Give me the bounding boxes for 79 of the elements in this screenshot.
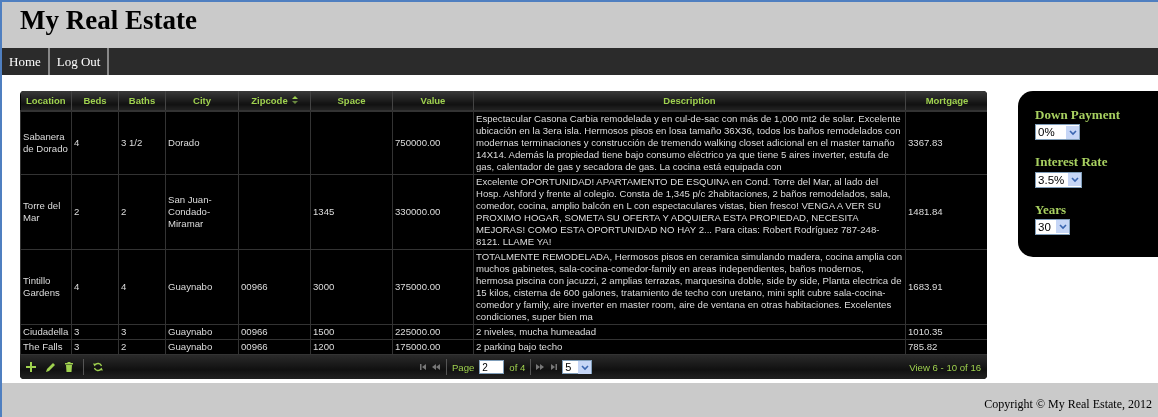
table-cell: 1683.91 bbox=[908, 281, 943, 292]
sort-icon bbox=[291, 96, 298, 104]
page-count: of 4 bbox=[509, 361, 526, 373]
table-cell: 1010.35 bbox=[908, 326, 943, 337]
chevron-icon bbox=[1057, 222, 1068, 232]
column-header[interactable]: Space bbox=[310, 91, 393, 111]
table-cell: Guaynabo bbox=[168, 326, 213, 337]
table-cell: 225000.00 bbox=[395, 326, 441, 337]
table-cell: 4 bbox=[74, 137, 80, 148]
edit-icon[interactable] bbox=[45, 362, 55, 372]
table-cell: 2 bbox=[121, 341, 127, 352]
table-cell: Tintillo Gardens bbox=[23, 275, 60, 298]
page-label: Page bbox=[451, 361, 475, 373]
table-cell: 3 bbox=[74, 341, 80, 352]
table-cell: Torre del Mar bbox=[23, 200, 61, 223]
table-cell: 3 bbox=[121, 326, 127, 337]
first-page-icon[interactable] bbox=[419, 363, 427, 371]
next-page-icon[interactable] bbox=[536, 363, 546, 371]
table-cell: 3 1/2 bbox=[121, 137, 143, 148]
table-cell: 3367.83 bbox=[908, 137, 943, 148]
table-cell: 00966 bbox=[241, 281, 268, 292]
refresh-icon[interactable] bbox=[93, 362, 103, 372]
table-cell: 00966 bbox=[241, 341, 268, 352]
site-title: My Real Estate bbox=[19, 4, 198, 36]
table-cell: 4 bbox=[74, 281, 80, 292]
table-cell: 4 bbox=[121, 281, 127, 292]
table-cell: Guaynabo bbox=[168, 281, 213, 292]
nav-link[interactable]: Home bbox=[2, 48, 50, 75]
chevron-icon bbox=[1067, 127, 1078, 137]
table-cell: 785.82 bbox=[908, 341, 938, 352]
column-header[interactable]: Zipcode bbox=[238, 91, 311, 111]
table-cell: Dorado bbox=[168, 137, 200, 148]
table-cell: 2 parking bajo techo bbox=[476, 341, 563, 352]
record-count: View 6 - 10 of 16 bbox=[909, 361, 982, 373]
table-cell: 2 bbox=[121, 206, 127, 217]
table-cell: Excelente OPORTUNIDAD! APARTAMENTO DE ESQUINA en Cond. Torre del Mar, al lado del Hosp. Ashford y frente al colegio. Consta de 1,345 p/c 2habitaciones, 2 baños remodelados, sala, comedor, cocina, amplio balcón en L con espectaculares vistas, bien fresco! VENGA A VER SU PROXIMO HOGAR, SOMETA SU OFERTA Y ADQUIERA ESTA PROPIEDAD, NECESITA MEJORAS! COMO ESTA OPORTUNIDAD NO HAY 2... Para citas: Robert Rodríguez 787-248-8121. LLAME YA! bbox=[476, 176, 891, 247]
table-cell: 375000.00 bbox=[395, 281, 441, 292]
table-cell: The Falls bbox=[23, 341, 63, 352]
field-label: Down Payment bbox=[1035, 107, 1121, 122]
trash-icon[interactable] bbox=[64, 362, 74, 372]
table-cell: TOTALMENTE REMODELADA, Hermosos pisos en ceramica simulando madera, cocina amplia con muchos gabinetes, sala-cocina-comedor-family en areas independientes, baños modernos, hermosa piscina con jacuzzi, 2 amplias terrazas, marquesina doble, side by side, Planta electrica de 15 kilos, cisterna de 600 galones, tratamiento de techo con uretano, mini split cubre sala-cocina-comedor y family, aire inverter en master room, aire de ventana en otras habitaciones. Excelentes condiciones, super bien ma bbox=[476, 251, 903, 322]
table-cell: 2 niveles, mucha humeadad bbox=[476, 326, 596, 337]
dropdown-select[interactable]: 3.5% bbox=[1035, 171, 1083, 188]
chevron-icon bbox=[579, 362, 590, 372]
column-header[interactable]: Mortgage bbox=[905, 91, 988, 111]
table-cell: 1500 bbox=[313, 326, 335, 337]
copyright-text: Copyright © My Real Estate, 2012 bbox=[984, 397, 1152, 412]
table-cell: 1345 bbox=[313, 206, 335, 217]
column-header[interactable]: Value bbox=[392, 91, 474, 111]
nav-link[interactable]: Log Out bbox=[49, 48, 110, 75]
last-page-icon[interactable] bbox=[550, 363, 558, 371]
table-cell: 1481.84 bbox=[908, 206, 943, 217]
column-header[interactable]: Beds bbox=[71, 91, 119, 111]
table-cell: San Juan-Condado-Miramar bbox=[168, 194, 212, 229]
table-cell: Espectacular Casona Carbia remodelada y en cul-de-sac con más de 1,000 mt2 de solar. Excelente ubicación en la 3era isla. Hermosos pisos en losa tamaño 36X36, todos los baños remodelados con modernas terminaciones y construcción de tremendo walking closet adicional en el master tamaño 14X14. Además la propiedad tiene bajo consumo eléctrico ya que tiene 5 aires inverter, estufa de gas, calentador de gas y secadora de gas. La cocina está equipada con bbox=[476, 113, 901, 172]
previous-page-icon[interactable] bbox=[431, 363, 441, 371]
table-cell: 3 bbox=[74, 326, 80, 337]
column-header[interactable]: Baths bbox=[118, 91, 166, 111]
column-header[interactable]: Description bbox=[473, 91, 906, 111]
table-cell: 750000.00 bbox=[395, 137, 441, 148]
field-label: Interest Rate bbox=[1035, 154, 1109, 170]
table-cell: 00966 bbox=[241, 326, 268, 337]
field-label: Years bbox=[1035, 201, 1068, 217]
table-cell: Sabanera de Dorado bbox=[23, 131, 68, 154]
table-cell: 2 bbox=[74, 206, 80, 217]
dropdown-select[interactable]: 30 bbox=[1035, 219, 1071, 235]
column-header[interactable]: City bbox=[165, 91, 239, 111]
dropdown-select[interactable]: 0% bbox=[1035, 124, 1081, 141]
table-cell: 1200 bbox=[313, 341, 335, 352]
table-cell: 175000.00 bbox=[395, 341, 441, 352]
page-input[interactable]: 2 bbox=[479, 360, 505, 374]
chevron-icon bbox=[1069, 175, 1080, 185]
table-cell: Guaynabo bbox=[168, 341, 213, 352]
table-cell: 3000 bbox=[313, 281, 335, 292]
table-cell: Ciudadella bbox=[23, 326, 69, 337]
add-icon[interactable] bbox=[26, 362, 36, 372]
table-cell: 330000.00 bbox=[395, 206, 441, 217]
column-header[interactable]: Location bbox=[20, 91, 72, 111]
page-size-select[interactable]: 5 bbox=[562, 360, 593, 374]
